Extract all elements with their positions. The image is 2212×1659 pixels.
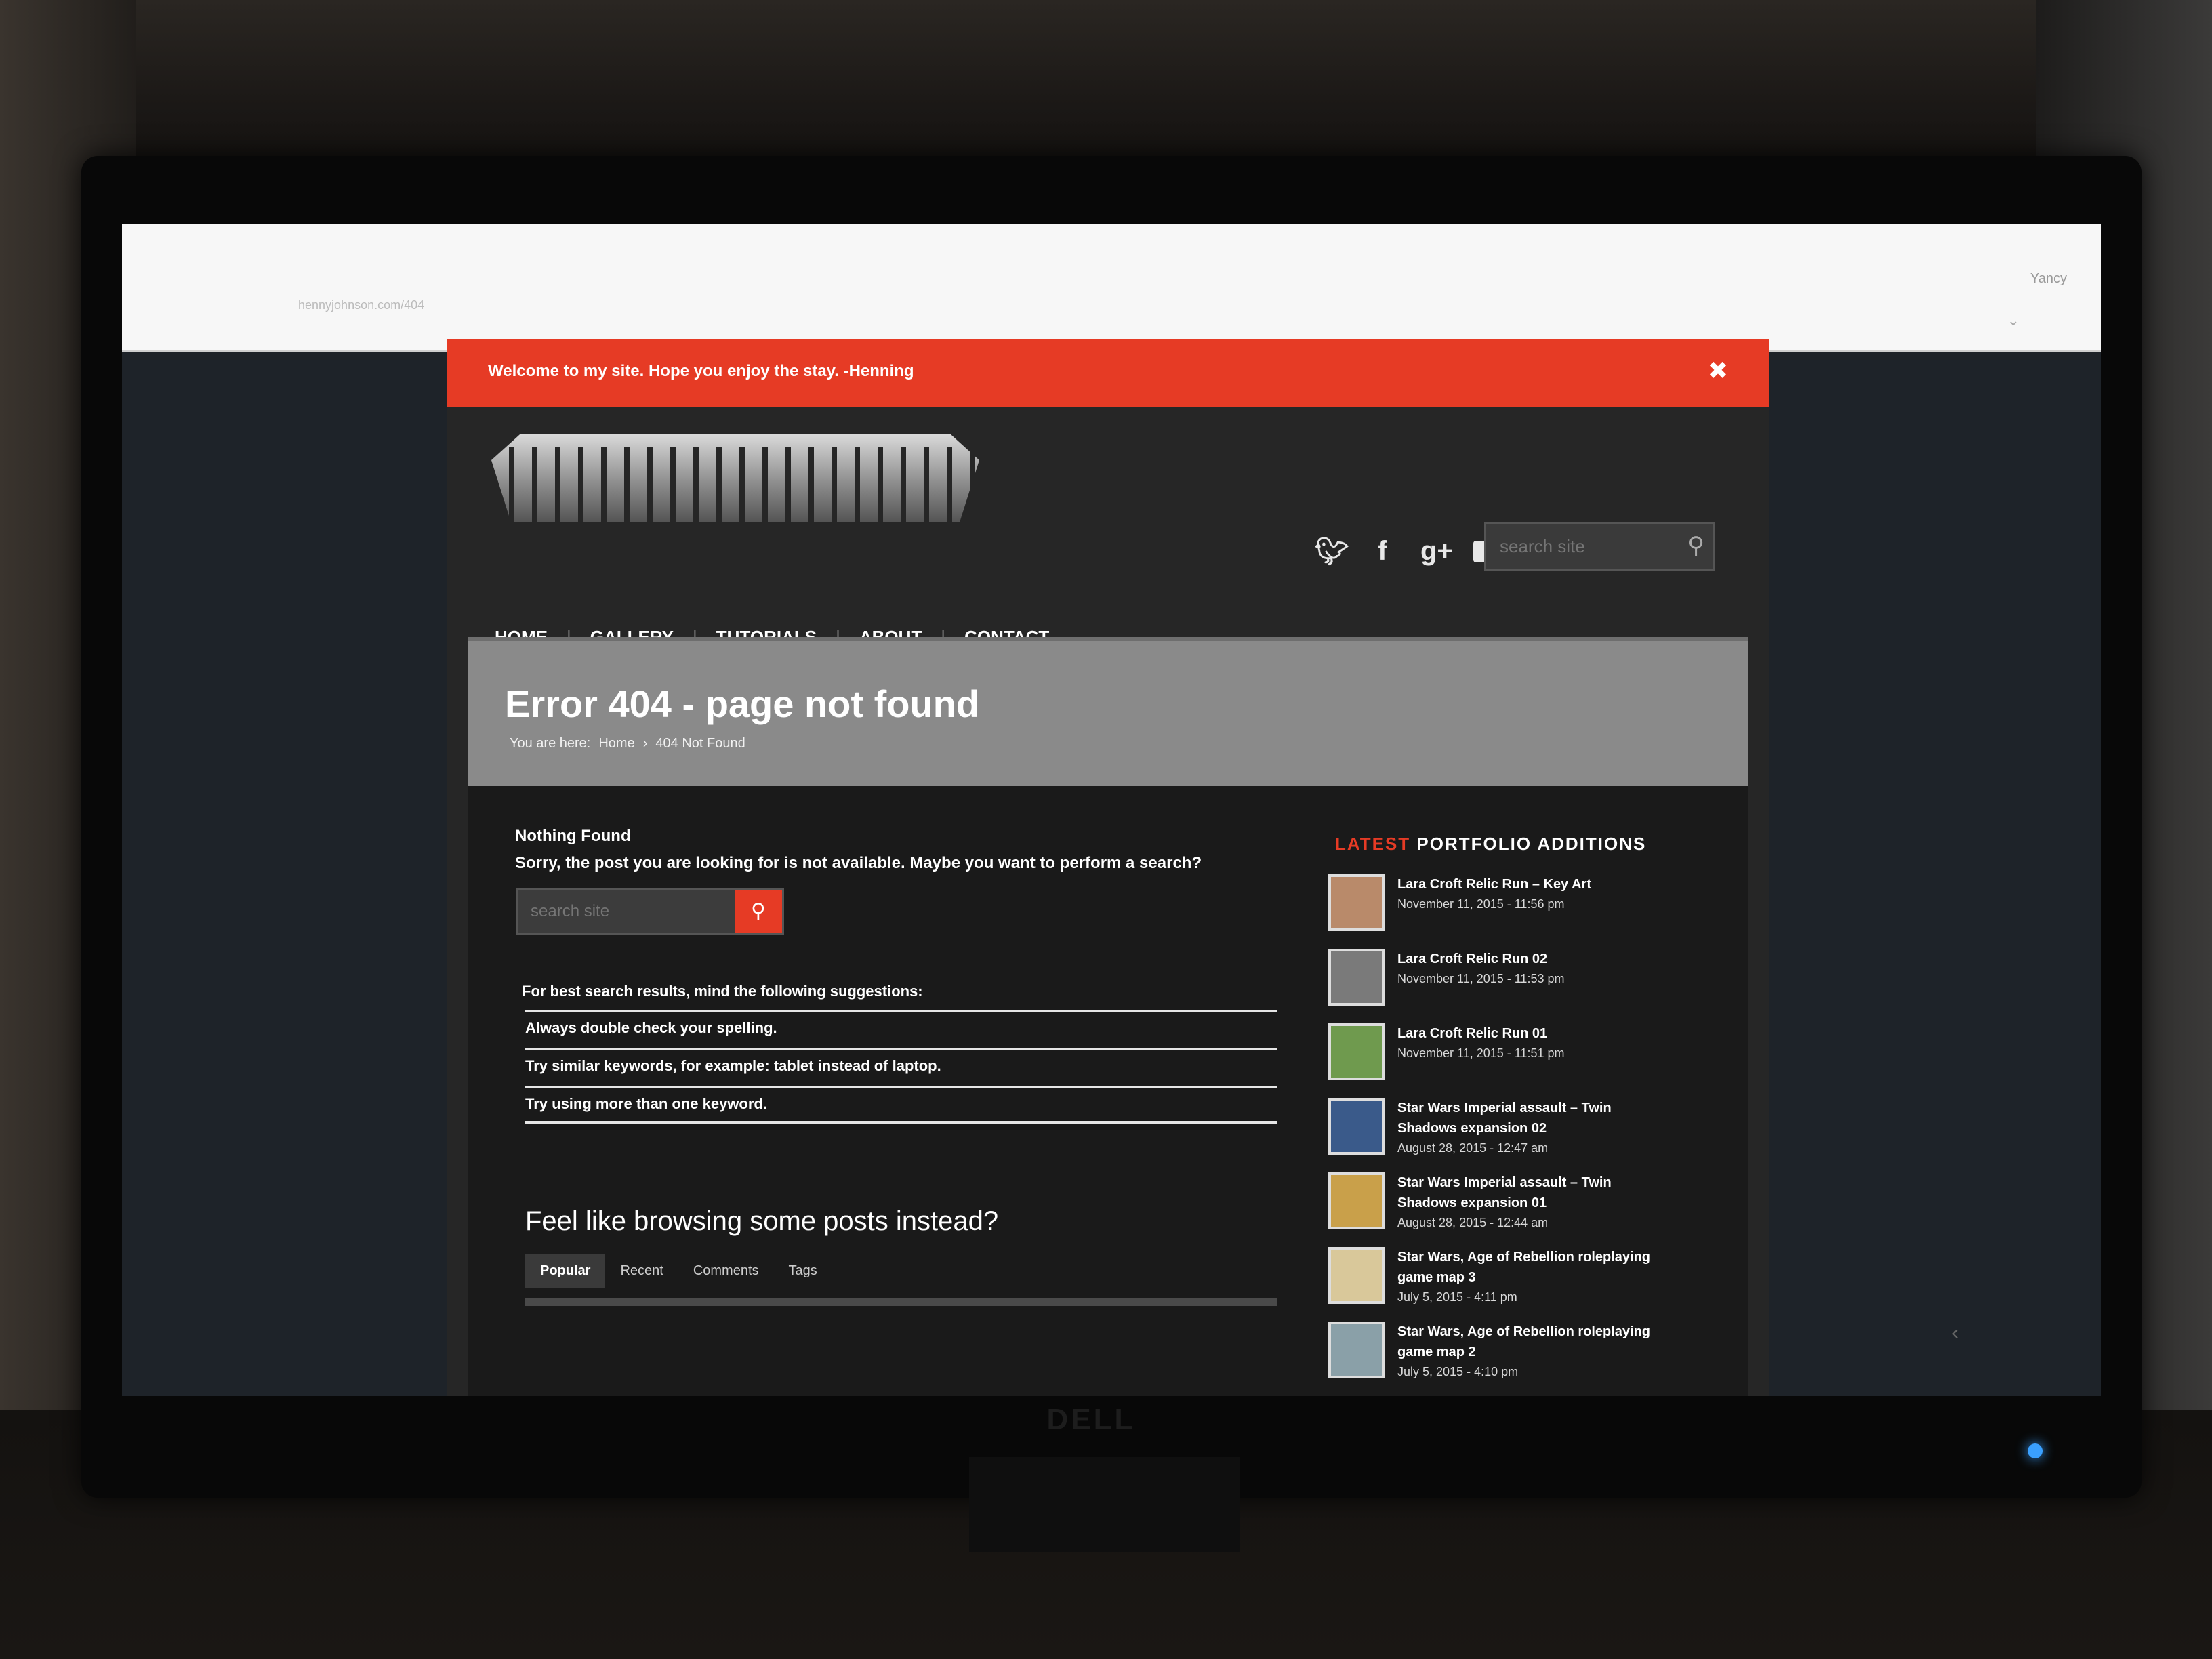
- screen: hennyjohnson.com/404 Yancy ⌄ Welcome to …: [122, 224, 2101, 1396]
- background-wall: [0, 0, 2212, 176]
- portfolio-date: November 11, 2015 - 11:51 pm: [1397, 1046, 1565, 1060]
- notice-bar: Welcome to my site. Hope you enjoy the s…: [447, 339, 1769, 407]
- portfolio-thumbnail[interactable]: [1328, 874, 1385, 931]
- search-icon[interactable]: ⚲: [1687, 532, 1704, 559]
- tab-comments[interactable]: Comments: [678, 1254, 774, 1288]
- monitor-stand: [969, 1457, 1240, 1552]
- sidebar-title-rest: PORTFOLIO ADDITIONS: [1416, 834, 1647, 854]
- portfolio-date: August 28, 2015 - 12:44 am: [1397, 1216, 1549, 1229]
- portfolio-date: July 5, 2015 - 4:11 pm: [1397, 1290, 1517, 1304]
- portfolio-title[interactable]: Star Wars Imperial assault – Twin Shadow…: [1397, 1172, 1668, 1213]
- portfolio-title[interactable]: Star Wars, Age of Rebellion roleplaying …: [1397, 1322, 1668, 1362]
- breadcrumb-current: 404 Not Found: [655, 736, 745, 751]
- portfolio-title[interactable]: Lara Croft Relic Run 01: [1397, 1023, 1668, 1044]
- tab-tags[interactable]: Tags: [774, 1254, 832, 1288]
- portfolio-text: Lara Croft Relic Run 02 November 11, 201…: [1397, 949, 1668, 986]
- portfolio-item[interactable]: Star Wars Imperial assault – Twin Shadow…: [1328, 1166, 1708, 1240]
- portfolio-title[interactable]: Lara Croft Relic Run – Key Art: [1397, 874, 1668, 895]
- portfolio-text: Lara Croft Relic Run 01 November 11, 201…: [1397, 1023, 1668, 1061]
- header-search-input[interactable]: [1486, 524, 1669, 569]
- portfolio-text: Star Wars Imperial assault – Twin Shadow…: [1397, 1172, 1668, 1230]
- close-icon[interactable]: ✖: [1708, 356, 1728, 385]
- portfolio-thumbnail[interactable]: [1328, 1172, 1385, 1229]
- twitter-icon[interactable]: 🐦︎: [1315, 535, 1349, 567]
- portfolio-title[interactable]: Lara Croft Relic Run 02: [1397, 949, 1668, 969]
- main-search: ⚲: [516, 888, 784, 935]
- tabs-underline: [525, 1298, 1277, 1306]
- breadcrumb-separator: ›: [642, 736, 648, 751]
- address-bar[interactable]: hennyjohnson.com/404: [298, 298, 424, 312]
- nothing-found-title: Nothing Found: [515, 827, 631, 845]
- portfolio-text: Star Wars Imperial assault – Twin Shadow…: [1397, 1098, 1668, 1155]
- breadcrumb: You are here: Home › 404 Not Found: [510, 736, 745, 752]
- browser-toolbar: hennyjohnson.com/404 Yancy ⌄: [122, 224, 2101, 352]
- main-column: Nothing Found Sorry, the post you are lo…: [488, 786, 1315, 1396]
- breadcrumb-home[interactable]: Home: [598, 736, 634, 752]
- breadcrumb-prefix: You are here:: [510, 736, 591, 751]
- portfolio-date: November 11, 2015 - 11:56 pm: [1397, 897, 1565, 911]
- sidebar-title-accent: LATEST: [1335, 834, 1411, 854]
- suggestions-list: Always double check your spelling. Try s…: [525, 1010, 1277, 1124]
- page-title: Error 404 - page not found: [505, 682, 980, 725]
- portfolio-item[interactable]: Star Wars, Age of Rebellion roleplaying …: [1328, 1315, 1708, 1389]
- posts-tabs: Popular Recent Comments Tags: [525, 1254, 832, 1288]
- suggestion-item: Always double check your spelling.: [525, 1010, 1277, 1048]
- site-header: 🐦︎ f g+ ⚲ HOME | GALLERY | TUTORIALS | A…: [447, 407, 1769, 647]
- page-title-band: Error 404 - page not found You are here:…: [468, 637, 1748, 786]
- tab-popular[interactable]: Popular: [525, 1254, 606, 1288]
- content-area: Nothing Found Sorry, the post you are lo…: [468, 786, 1748, 1396]
- portfolio-list: Lara Croft Relic Run – Key Art November …: [1328, 867, 1708, 1389]
- portfolio-date: August 28, 2015 - 12:47 am: [1397, 1141, 1549, 1155]
- tab-recent[interactable]: Recent: [605, 1254, 678, 1288]
- sidebar: LATEST PORTFOLIO ADDITIONS Lara Croft Re…: [1328, 786, 1708, 1396]
- portfolio-item[interactable]: Lara Croft Relic Run 01 November 11, 201…: [1328, 1017, 1708, 1091]
- portfolio-item[interactable]: Star Wars Imperial assault – Twin Shadow…: [1328, 1091, 1708, 1166]
- main-search-input[interactable]: [518, 890, 735, 933]
- chevron-left-icon[interactable]: ‹: [1952, 1322, 1959, 1345]
- google-plus-icon[interactable]: g+: [1420, 536, 1453, 567]
- portfolio-thumbnail[interactable]: [1328, 1322, 1385, 1378]
- power-led: [2028, 1443, 2043, 1458]
- header-search: ⚲: [1484, 522, 1715, 571]
- portfolio-item[interactable]: Star Wars, Age of Rebellion roleplaying …: [1328, 1240, 1708, 1315]
- monitor-brand-logo: DELL: [1046, 1403, 1136, 1436]
- notice-text: Welcome to my site. Hope you enjoy the s…: [488, 362, 914, 380]
- portfolio-date: November 11, 2015 - 11:53 pm: [1397, 972, 1565, 985]
- portfolio-item[interactable]: Lara Croft Relic Run – Key Art November …: [1328, 867, 1708, 942]
- website: Welcome to my site. Hope you enjoy the s…: [447, 339, 1769, 1396]
- social-links: 🐦︎ f g+: [1315, 535, 1503, 567]
- portfolio-thumbnail[interactable]: [1328, 1023, 1385, 1080]
- site-logo-stripes: [491, 447, 979, 522]
- browser-user-name[interactable]: Yancy: [2030, 271, 2067, 287]
- portfolio-text: Star Wars, Age of Rebellion roleplaying …: [1397, 1247, 1668, 1305]
- suggestion-item: Try using more than one keyword.: [525, 1086, 1277, 1124]
- nothing-found-text: Sorry, the post you are looking for is n…: [515, 854, 1202, 872]
- browse-posts-title: Feel like browsing some posts instead?: [525, 1206, 999, 1236]
- sidebar-title: LATEST PORTFOLIO ADDITIONS: [1335, 834, 1646, 855]
- browser-menu-icon[interactable]: ⌄: [2007, 312, 2020, 329]
- portfolio-thumbnail[interactable]: [1328, 949, 1385, 1006]
- suggestions-title: For best search results, mind the follow…: [522, 983, 923, 1000]
- search-button[interactable]: ⚲: [735, 890, 782, 933]
- portfolio-text: Star Wars, Age of Rebellion roleplaying …: [1397, 1322, 1668, 1379]
- portfolio-title[interactable]: Star Wars, Age of Rebellion roleplaying …: [1397, 1247, 1668, 1288]
- portfolio-thumbnail[interactable]: [1328, 1098, 1385, 1155]
- facebook-icon[interactable]: f: [1368, 536, 1397, 567]
- portfolio-text: Lara Croft Relic Run – Key Art November …: [1397, 874, 1668, 912]
- portfolio-thumbnail[interactable]: [1328, 1247, 1385, 1304]
- portfolio-title[interactable]: Star Wars Imperial assault – Twin Shadow…: [1397, 1098, 1668, 1139]
- portfolio-item[interactable]: Lara Croft Relic Run 02 November 11, 201…: [1328, 942, 1708, 1017]
- portfolio-date: July 5, 2015 - 4:10 pm: [1397, 1365, 1519, 1378]
- suggestion-item: Try similar keywords, for example: table…: [525, 1048, 1277, 1086]
